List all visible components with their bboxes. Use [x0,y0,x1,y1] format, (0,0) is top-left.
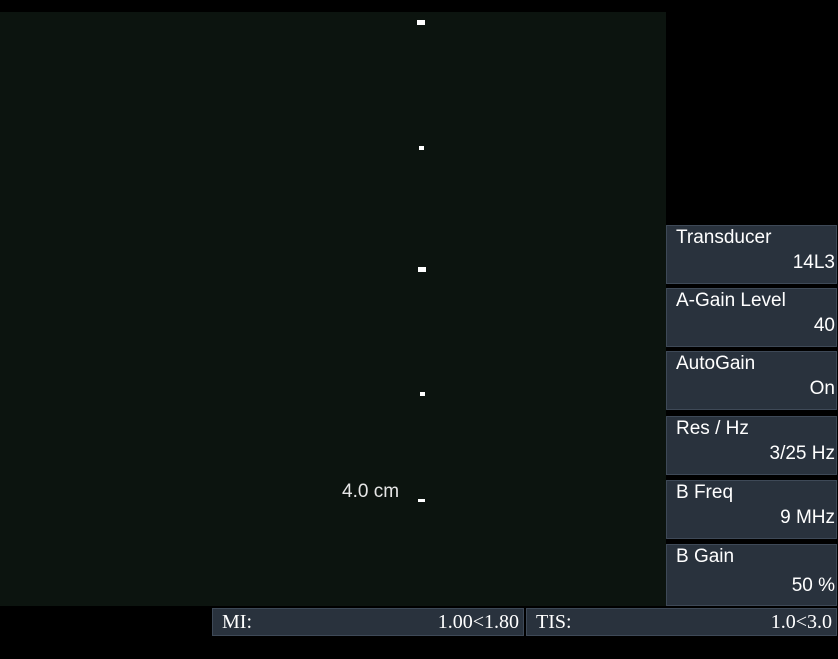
mi-field: MI: 1.00<1.80 [212,608,524,636]
param-value: 9 MHz [780,507,835,528]
mi-label: MI: [222,611,252,633]
param-autogain[interactable]: AutoGain On [666,351,837,410]
param-value: On [809,378,835,399]
param-value: 50 % [791,575,835,596]
param-value: 3/25 Hz [769,443,835,464]
safety-index-bar: MI: 1.00<1.80 TIS: 1.0<3.0 [0,606,838,637]
param-b-freq[interactable]: B Freq 9 MHz [666,480,837,539]
mi-value: 1.00<1.80 [437,611,519,633]
param-value: 14L3 [792,252,835,273]
param-b-gain[interactable]: B Gain 50 % [666,544,837,606]
param-value: 40 [813,315,835,336]
param-label: A-Gain Level [676,290,786,311]
depth-marker [418,499,425,502]
param-a-gain-level[interactable]: A-Gain Level 40 [666,288,837,347]
tis-field: TIS: 1.0<3.0 [526,608,837,636]
ultrasound-image-area [0,12,666,606]
param-res-hz[interactable]: Res / Hz 3/25 Hz [666,416,837,475]
param-label: B Gain [676,546,735,567]
depth-tick [418,267,426,272]
tis-value: 1.0<3.0 [770,611,832,633]
tis-label: TIS: [536,611,572,633]
param-label: B Freq [676,482,734,503]
depth-tick [419,146,424,150]
depth-scale-label: 4.0 cm [342,481,400,502]
param-transducer[interactable]: Transducer 14L3 [666,225,837,284]
depth-tick [420,392,425,396]
depth-tick [417,20,425,25]
param-label: AutoGain [676,353,756,374]
param-label: Transducer [676,227,772,248]
param-label: Res / Hz [676,418,749,439]
